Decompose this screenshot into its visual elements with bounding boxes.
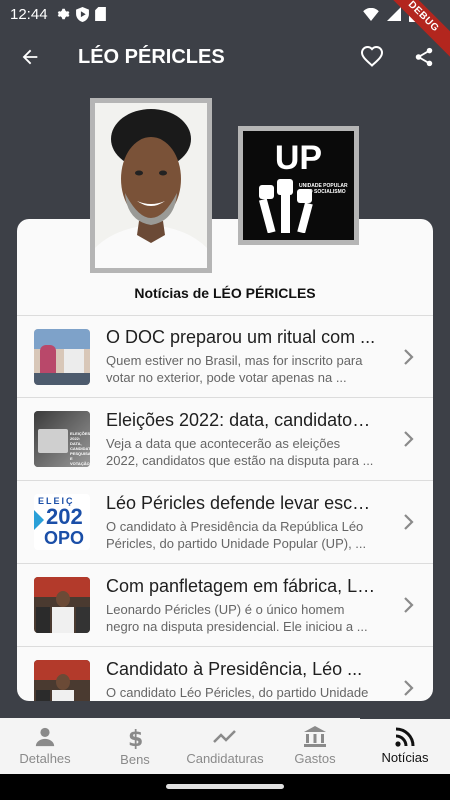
settings-icon bbox=[57, 8, 69, 20]
status-bar: 12:44 DEBUG bbox=[0, 0, 450, 63]
chevron-right-icon bbox=[404, 431, 414, 447]
heart-outline-icon bbox=[360, 45, 384, 67]
candidate-portrait bbox=[95, 103, 207, 268]
news-item[interactable]: ELEIÇ 202 OPO Léo Péricles defende levar… bbox=[17, 481, 433, 564]
chevron-right-icon bbox=[404, 514, 414, 530]
news-title: Léo Péricles defende levar escol... bbox=[106, 492, 376, 513]
nav-tab-noticias[interactable]: Notícias bbox=[360, 718, 450, 774]
candidate-photo[interactable] bbox=[90, 98, 212, 273]
back-button[interactable] bbox=[0, 28, 60, 86]
news-thumbnail bbox=[34, 660, 90, 701]
news-description: Quem estiver no Brasil, mas for inscrito… bbox=[106, 353, 363, 385]
news-item[interactable]: Candidato à Presidência, Léo ... O candi… bbox=[17, 647, 433, 701]
bank-icon bbox=[304, 726, 326, 747]
news-thumbnail bbox=[34, 328, 90, 385]
nav-tab-detalhes[interactable]: Detalhes bbox=[0, 718, 90, 774]
chevron-right-icon bbox=[404, 348, 414, 365]
nav-tab-label: Notícias bbox=[381, 750, 429, 765]
rss-feed-icon bbox=[395, 727, 415, 747]
page-title: LÉO PÉRICLES bbox=[78, 45, 225, 68]
party-logo[interactable]: UP UNIDADE POPULAR PELO SOCIALISMO bbox=[238, 126, 359, 245]
news-heading: Notícias de LÉO PÉRICLES bbox=[134, 285, 316, 301]
chevron-right-icon bbox=[404, 597, 414, 613]
news-card: Notícias de LÉO PÉRICLES O DOC preparou … bbox=[17, 219, 433, 701]
trending-icon bbox=[213, 730, 236, 743]
thumbnail-caption: OPO bbox=[44, 528, 85, 548]
dollar-icon: $ bbox=[128, 727, 143, 749]
news-title: Candidato à Presidência, Léo ... bbox=[106, 658, 363, 679]
news-item[interactable]: ELEIÇÕES 2022: DATA, CANDIDATOS, PESQUIS… bbox=[17, 398, 433, 481]
news-description: Leonardo Péricles (UP) é o único homem n… bbox=[106, 601, 368, 634]
news-title: Eleições 2022: data, candidatos, ... bbox=[106, 409, 376, 430]
news-thumbnail bbox=[34, 577, 90, 633]
signal-icon bbox=[387, 7, 401, 21]
nav-tab-bens[interactable]: $ Bens bbox=[90, 718, 180, 774]
shield-play-icon bbox=[75, 6, 89, 22]
thumbnail-caption: 202 bbox=[46, 504, 83, 529]
thumbnail-caption: ELEIÇÕES 2022: DATA, CANDIDATOS, PESQUIS… bbox=[70, 431, 90, 466]
app-bar: LÉO PÉRICLES bbox=[0, 28, 450, 86]
news-item[interactable]: O DOC preparou um ritual com ... Quem es… bbox=[17, 315, 433, 398]
nav-tab-label: Bens bbox=[120, 752, 150, 767]
active-tab-indicator bbox=[360, 716, 450, 719]
arrow-back-icon bbox=[22, 49, 38, 65]
sd-card-icon bbox=[94, 7, 106, 21]
home-gesture-handle[interactable] bbox=[166, 784, 284, 789]
nav-tab-label: Candidaturas bbox=[186, 751, 264, 766]
party-logo-caption: UNIDADE POPULAR PELO SOCIALISMO bbox=[299, 183, 348, 195]
nav-tab-candidaturas[interactable]: Candidaturas bbox=[180, 718, 270, 774]
nav-tab-gastos[interactable]: Gastos bbox=[270, 718, 360, 774]
svg-text:$: $ bbox=[128, 727, 143, 749]
news-title: O DOC preparou um ritual com ... bbox=[106, 327, 376, 347]
news-list: O DOC preparou um ritual com ... Quem es… bbox=[17, 315, 433, 701]
share-icon bbox=[415, 47, 433, 67]
nav-tab-label: Detalhes bbox=[19, 751, 71, 766]
news-description: O candidato à Presidência da República L… bbox=[106, 518, 367, 551]
party-logo-text: UP bbox=[274, 139, 323, 177]
status-time: 12:44 bbox=[10, 5, 48, 23]
chevron-right-icon bbox=[404, 680, 414, 696]
wifi-icon bbox=[363, 7, 379, 21]
nav-tab-label: Gastos bbox=[294, 751, 336, 766]
share-button[interactable] bbox=[398, 28, 450, 86]
news-thumbnail: ELEIÇÕES 2022: DATA, CANDIDATOS, PESQUIS… bbox=[34, 411, 90, 467]
bottom-navigation: Detalhes $ Bens Candidaturas Gastos Notí… bbox=[0, 716, 450, 774]
news-title: Com panfletagem em fábrica, Lé... bbox=[106, 575, 376, 596]
news-description: O candidato Léo Péricles, do partido Uni… bbox=[106, 684, 369, 700]
favorite-button[interactable] bbox=[346, 28, 398, 86]
news-description: Veja a data que acontecerão as eleições … bbox=[106, 435, 374, 468]
news-item[interactable]: Com panfletagem em fábrica, Lé... Leonar… bbox=[17, 564, 433, 647]
news-thumbnail: ELEIÇ 202 OPO bbox=[34, 494, 90, 550]
person-icon bbox=[35, 727, 55, 747]
